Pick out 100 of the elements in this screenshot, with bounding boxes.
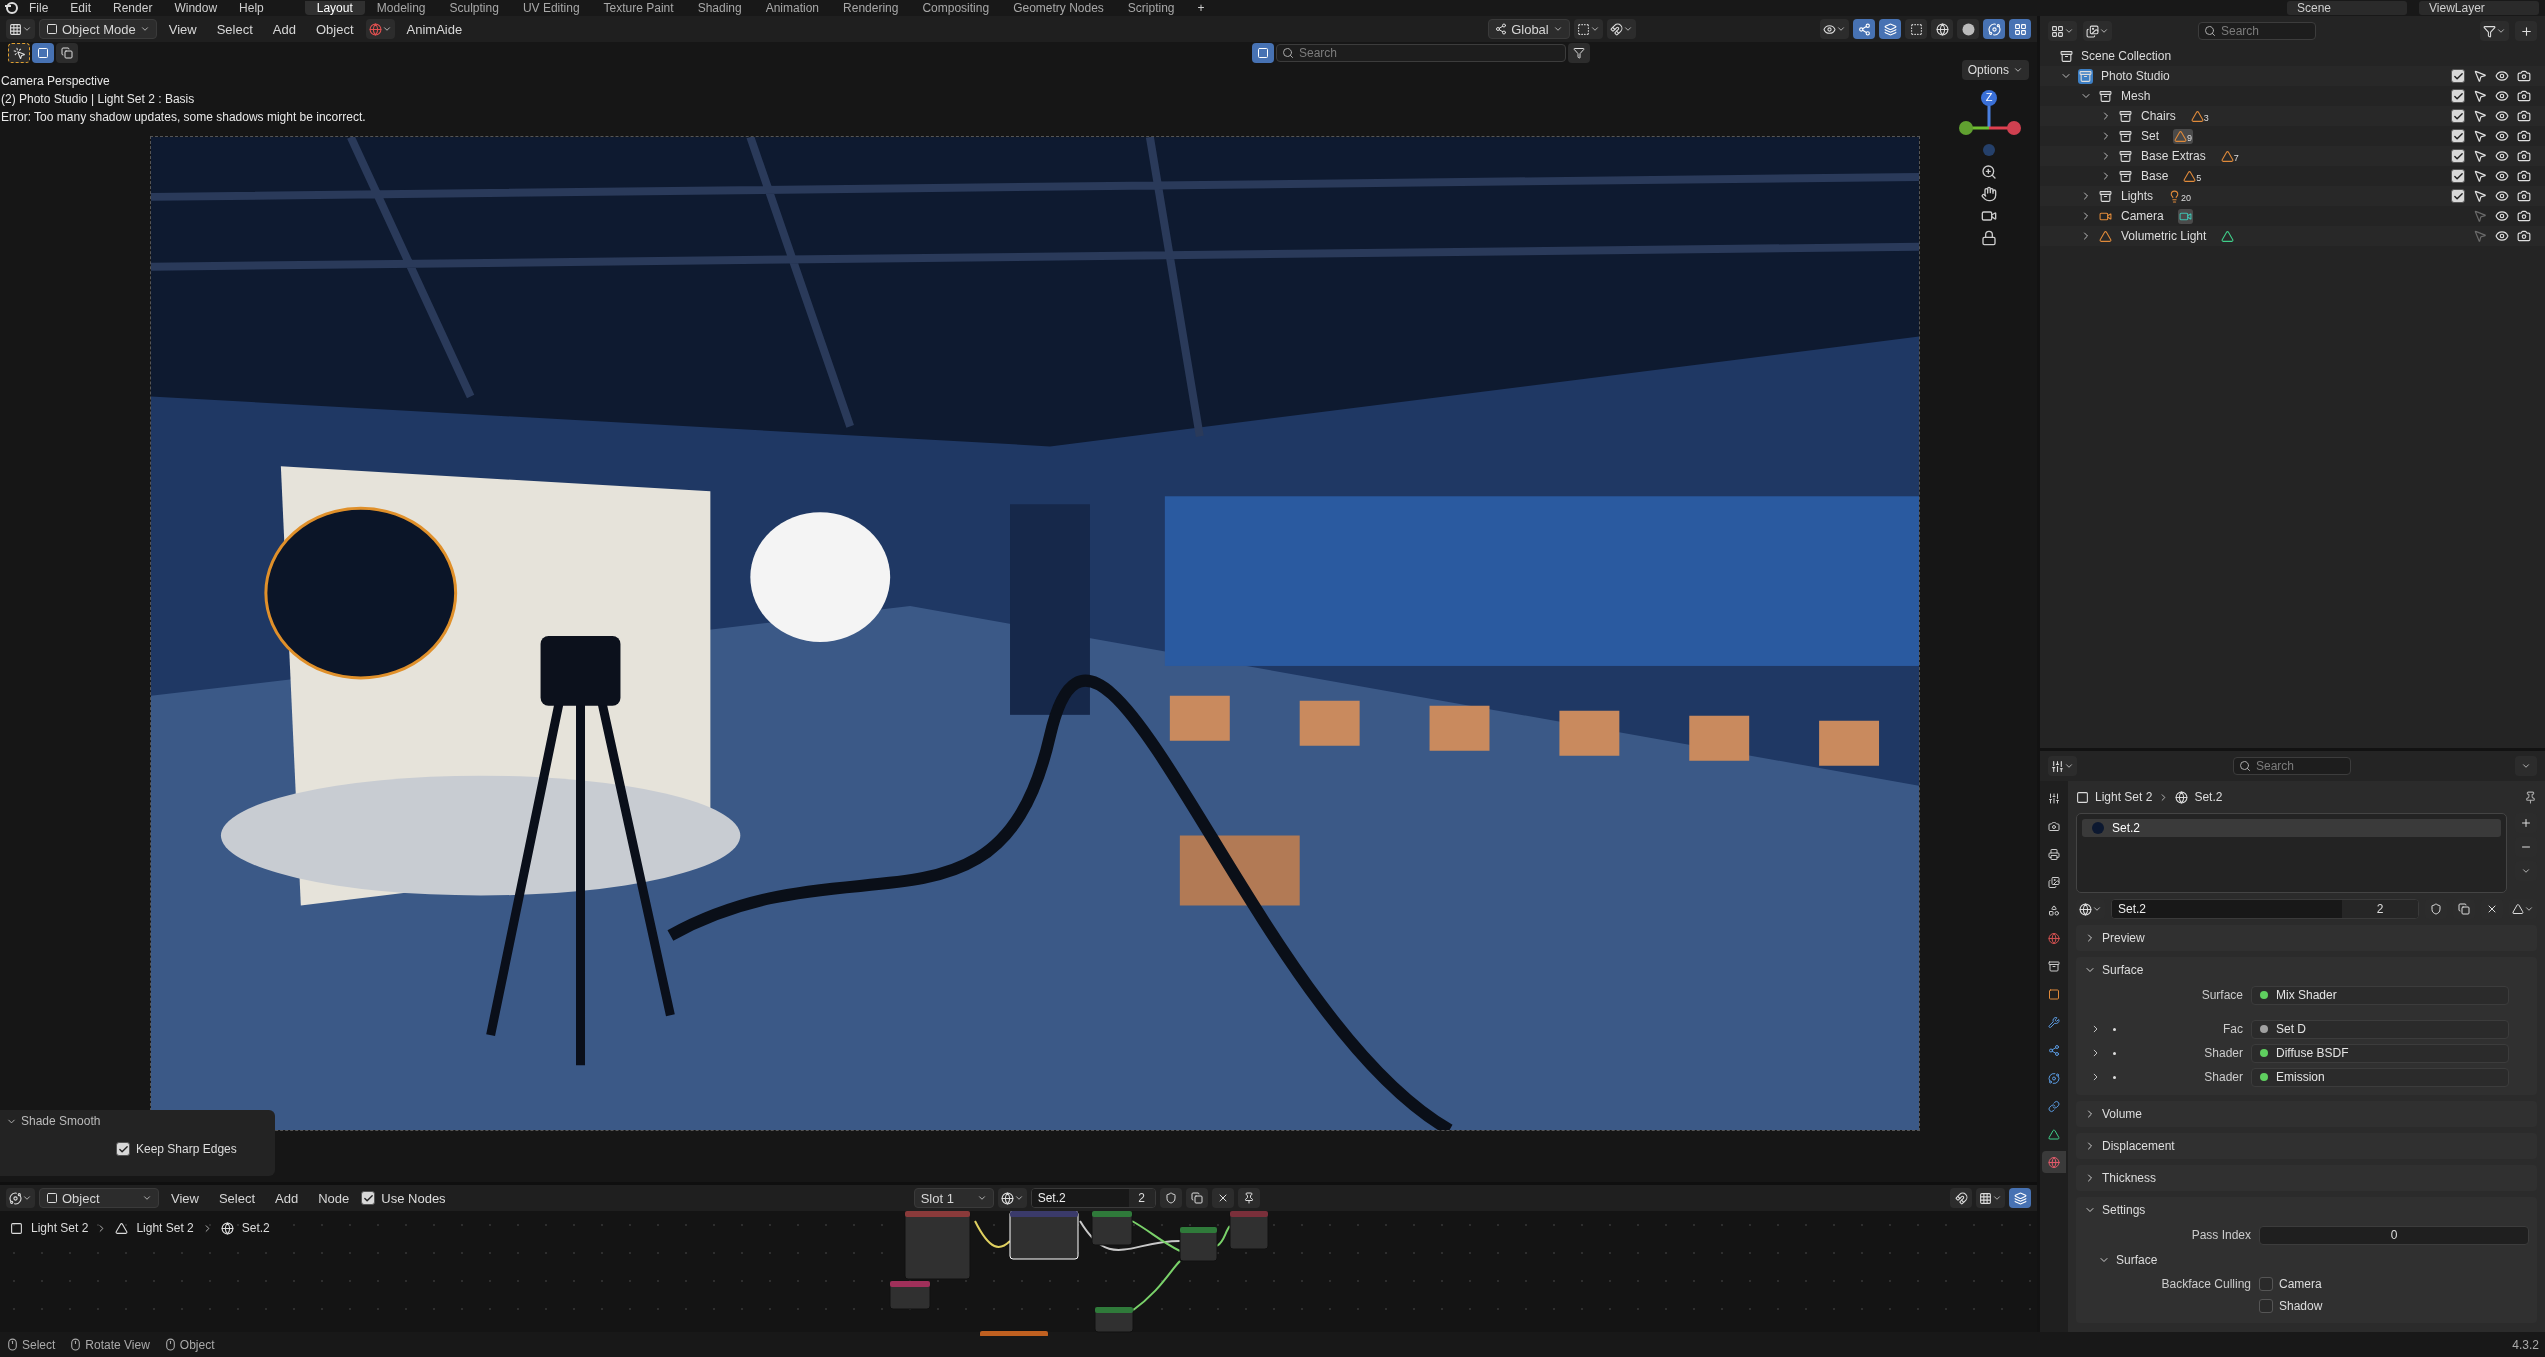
shader-node[interactable]: [1229, 1211, 1269, 1250]
subpanel-header[interactable]: Surface: [2076, 1247, 2537, 1273]
menu-item[interactable]: Help: [228, 1, 275, 15]
options-dropdown[interactable]: Options: [1961, 60, 2029, 80]
header-menu[interactable]: View: [160, 21, 205, 37]
shader-node[interactable]: [1091, 1211, 1133, 1246]
editor-type-button[interactable]: [6, 1188, 35, 1208]
gizmo-button[interactable]: [1853, 19, 1875, 39]
orientation-dropdown[interactable]: Global: [1488, 19, 1570, 39]
select-extend-button[interactable]: [56, 43, 78, 63]
new-collection-button[interactable]: [2515, 21, 2537, 41]
header-menu[interactable]: Add: [264, 21, 304, 37]
triangle-icon[interactable]: [2220, 228, 2236, 244]
outliner-item-label[interactable]: Camera: [2121, 209, 2164, 223]
pivot-button[interactable]: [1573, 19, 1603, 39]
scene-field[interactable]: Scene: [2287, 1, 2407, 15]
header-menu[interactable]: View: [163, 1190, 207, 1206]
editor-type-button[interactable]: [6, 19, 35, 39]
shader-field[interactable]: Emission: [2251, 1067, 2509, 1087]
view-layer-field[interactable]: ViewLayer: [2419, 1, 2539, 15]
header-menu[interactable]: Select: [210, 1190, 264, 1206]
filter-mode-button[interactable]: [2083, 21, 2112, 41]
outliner-item-label[interactable]: Mesh: [2121, 89, 2151, 103]
option-checkbox[interactable]: [116, 1142, 130, 1156]
workspace-tab[interactable]: Rendering: [831, 1, 911, 15]
outliner-item-label[interactable]: Base Extras: [2141, 149, 2206, 163]
material-name-field[interactable]: Set.2 2: [2111, 899, 2419, 919]
panel-header[interactable]: Settings: [2076, 1197, 2537, 1223]
pin-button[interactable]: [1237, 1188, 1260, 1208]
header-menu[interactable]: Object: [307, 21, 362, 37]
menu-item[interactable]: File: [18, 1, 60, 15]
object-dropdown[interactable]: Object: [39, 1188, 159, 1208]
filter-button[interactable]: [2480, 21, 2509, 41]
grid-button[interactable]: [1976, 1188, 2005, 1208]
workspace-tab[interactable]: Compositing: [910, 1, 1002, 15]
select-tool-button[interactable]: [8, 43, 30, 63]
shader-field[interactable]: Diffuse BSDF: [2251, 1043, 2509, 1063]
panel-header[interactable]: Thickness: [2076, 1165, 2537, 1191]
header-menu[interactable]: Node: [310, 1190, 358, 1206]
editor-toggle-button[interactable]: [2009, 19, 2031, 39]
overlay-button[interactable]: [2009, 1188, 2031, 1208]
mode-dropdown[interactable]: Object Mode: [39, 19, 157, 39]
search-field[interactable]: Search: [2198, 22, 2316, 40]
exclude-checkbox[interactable]: [2451, 69, 2465, 83]
workspace-tab[interactable]: Texture Paint: [591, 1, 686, 15]
shader-field[interactable]: Mix Shader: [2251, 985, 2509, 1005]
outliner-item-label[interactable]: Volumetric Light: [2121, 229, 2207, 243]
shader-node[interactable]: [1094, 1306, 1134, 1333]
addon-dropdown[interactable]: [365, 19, 395, 39]
material-browse-button[interactable]: [997, 1188, 1027, 1208]
pass-index-field[interactable]: 0: [2259, 1225, 2529, 1245]
display-mode-button[interactable]: [2048, 21, 2077, 41]
exclude-checkbox[interactable]: [2451, 109, 2465, 123]
workspace-tab[interactable]: UV Editing: [510, 1, 592, 15]
unlink-button[interactable]: [1211, 1188, 1234, 1208]
workspace-tab[interactable]: Shading: [685, 1, 754, 15]
use-nodes-checkbox[interactable]: [361, 1191, 376, 1205]
outliner-item-label[interactable]: Set: [2141, 129, 2159, 143]
logo-icon[interactable]: [4, 2, 18, 14]
shader-field[interactable]: Set D: [2251, 1019, 2509, 1039]
panel-header[interactable]: Preview: [2076, 925, 2537, 951]
workspace-tab[interactable]: Modeling: [364, 1, 438, 15]
camera-icon[interactable]: [2177, 208, 2193, 224]
outliner-item-label[interactable]: Scene Collection: [2081, 49, 2172, 63]
material-name-field[interactable]: Set.2 2: [1030, 1188, 1156, 1208]
addon-menu[interactable]: AnimAide: [398, 21, 471, 37]
shader-node[interactable]: [904, 1211, 971, 1280]
select-new-button[interactable]: [32, 43, 54, 63]
visibility-button[interactable]: [1820, 19, 1849, 39]
duplicate-button[interactable]: [1185, 1188, 1208, 1208]
exclude-checkbox[interactable]: [2451, 129, 2465, 143]
add-workspace-button[interactable]: +: [1186, 1, 1216, 15]
workspace-tab[interactable]: Layout: [304, 1, 365, 15]
xray-button[interactable]: [1905, 19, 1927, 39]
snap-button[interactable]: [1606, 19, 1636, 39]
exclude-checkbox[interactable]: [2451, 89, 2465, 103]
filter-button[interactable]: [1568, 43, 1590, 63]
shader-node[interactable]: [1179, 1226, 1218, 1262]
menu-item[interactable]: Render: [102, 1, 164, 15]
outliner-item-label[interactable]: Base: [2141, 169, 2169, 183]
search-field[interactable]: Search: [2233, 757, 2351, 775]
snap-button[interactable]: [1950, 1188, 1972, 1208]
outliner-item-label[interactable]: Photo Studio: [2101, 69, 2170, 83]
outliner-item-label[interactable]: Chairs: [2141, 109, 2176, 123]
rendered-shading-button[interactable]: [1983, 19, 2005, 39]
editor-type-button[interactable]: [2048, 756, 2077, 776]
fake-user-button[interactable]: [1159, 1188, 1182, 1208]
exclude-checkbox[interactable]: [2451, 189, 2465, 203]
solid-shading-button[interactable]: [1957, 19, 1979, 39]
search-field[interactable]: Search: [1276, 44, 1566, 62]
panel-header[interactable]: Displacement: [2076, 1133, 2537, 1159]
slot-dropdown[interactable]: Slot 1: [913, 1188, 994, 1208]
wireframe-shading-button[interactable]: [1931, 19, 1953, 39]
workspace-tab[interactable]: Geometry Nodes: [1001, 1, 1116, 15]
workspace-tab[interactable]: Animation: [753, 1, 832, 15]
exclude-checkbox[interactable]: [2451, 149, 2465, 163]
operator-title[interactable]: Shade Smooth: [6, 1114, 101, 1128]
shader-node[interactable]: [889, 1280, 931, 1310]
exclude-checkbox[interactable]: [2451, 169, 2465, 183]
object-filter-button[interactable]: [1252, 43, 1274, 63]
